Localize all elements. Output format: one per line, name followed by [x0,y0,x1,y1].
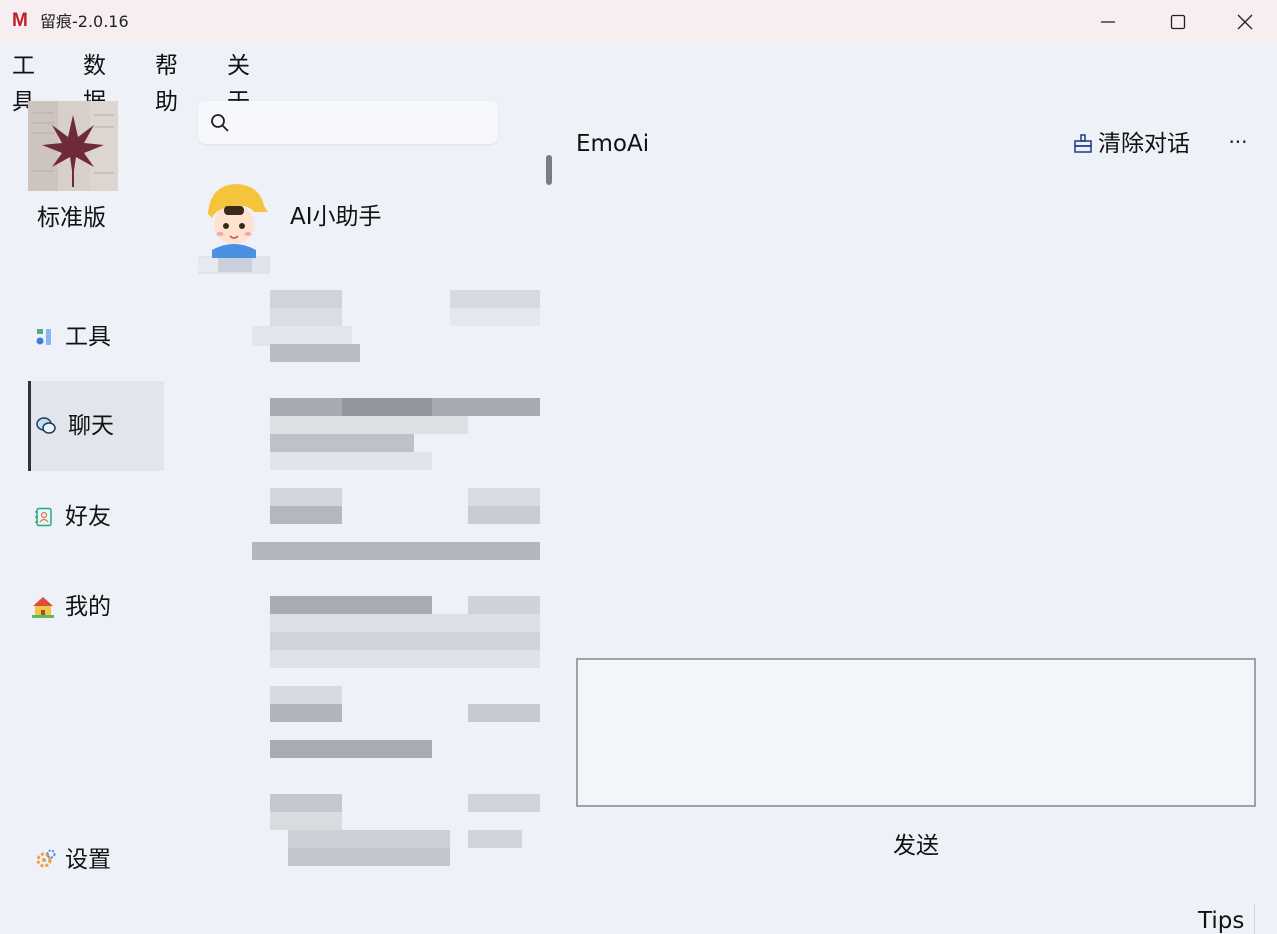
close-button[interactable] [1213,0,1277,44]
nav-item-tools[interactable]: 工具 [28,292,164,382]
contact-item-ai-assistant[interactable]: AI小助手 [198,178,543,274]
user-avatar[interactable] [28,101,118,191]
menu-help[interactable]: 帮助 [155,48,178,120]
nav-item-friends[interactable]: 好友 [28,472,164,562]
gear-icon [36,849,56,868]
chat-title: EmoAi [576,131,650,157]
search-input[interactable] [238,107,488,138]
list-item[interactable] [252,596,542,672]
tools-icon [36,329,51,345]
nav-item-chat[interactable]: 聊天 [28,381,164,471]
contact-list-blurred [252,290,542,868]
broom-icon [1074,134,1092,153]
minimize-button[interactable] [1073,0,1143,44]
house-icon [32,597,54,618]
maple-leaf-photo-icon [28,101,118,191]
close-icon [1237,14,1253,30]
contacts-book-icon [35,507,52,527]
nav-item-mine[interactable]: 我的 [28,562,164,652]
list-item[interactable] [252,686,542,762]
nav-item-settings[interactable]: 设置 [28,840,164,880]
window-title: 留痕-2.0.16 [40,12,129,31]
search-icon [211,114,229,132]
contact-list-scrollbar[interactable] [546,155,552,185]
message-input[interactable] [576,658,1256,807]
clear-conversation-label: 清除对话 [1098,131,1190,157]
minimize-icon [1101,21,1115,23]
list-item[interactable] [252,398,542,474]
title-bar: M 留痕-2.0.16 [0,0,1277,44]
maximize-button[interactable] [1143,0,1213,44]
send-button[interactable]: 发送 [866,829,966,863]
edition-label: 标准版 [37,205,106,231]
search-box [198,101,498,144]
tips-button[interactable]: Tips [1198,905,1244,934]
more-options-button[interactable]: ··· [1226,128,1250,160]
list-item[interactable] [252,794,542,870]
chat-bubbles-icon [36,417,56,434]
list-item[interactable] [252,290,542,370]
settings-label: 设置 [65,847,111,873]
cartoon-boy-avatar-icon [198,184,270,274]
maximize-icon [1170,14,1186,30]
nav-item-label: 工具 [65,324,111,350]
app-logo-icon: M [12,10,28,31]
nav-item-label: 好友 [65,504,111,530]
divider [1254,904,1255,934]
nav-item-label: 我的 [65,594,111,620]
list-item[interactable] [252,488,542,564]
contact-name: AI小助手 [290,204,382,230]
message-area [576,180,1256,650]
nav-item-label: 聊天 [68,413,114,439]
